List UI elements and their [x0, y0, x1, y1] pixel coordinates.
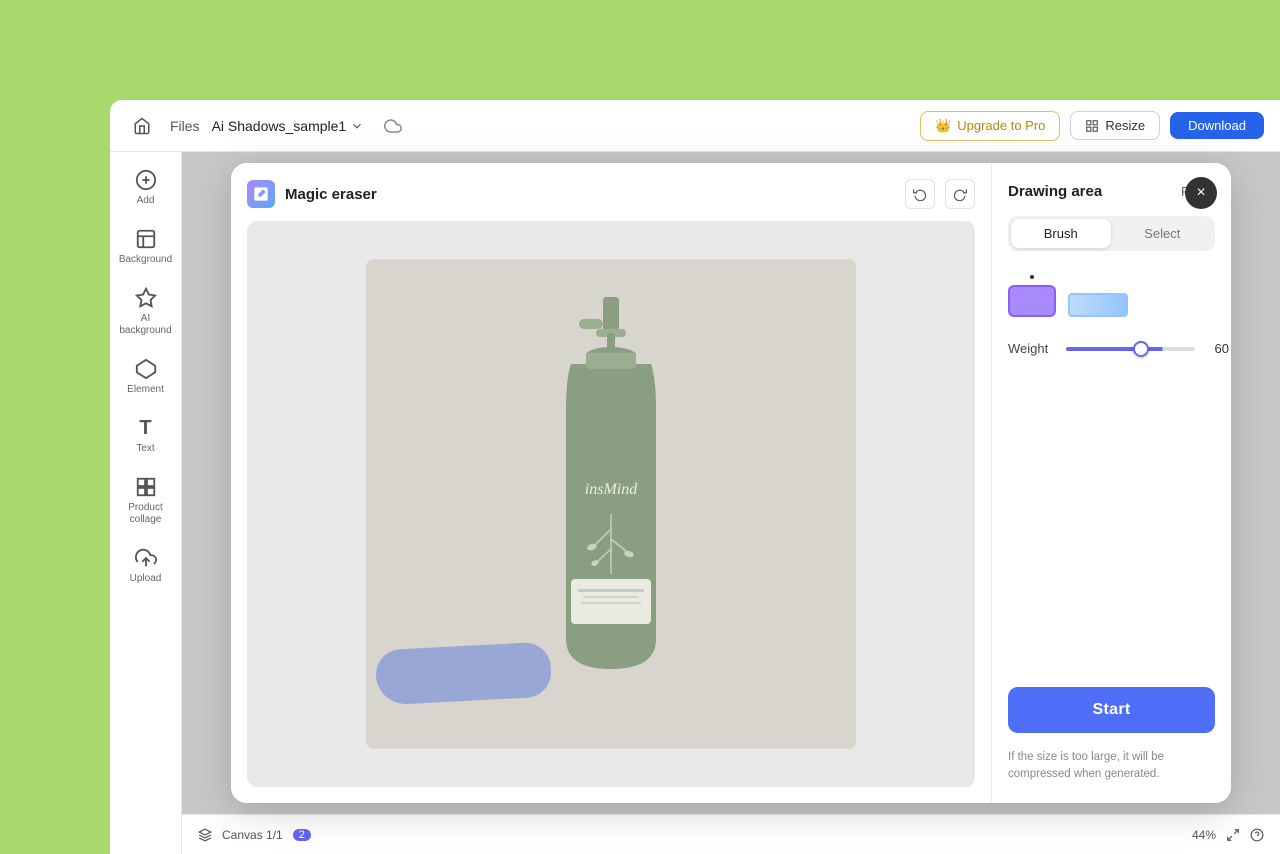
files-nav[interactable]: Files: [170, 118, 200, 134]
magic-eraser-modal: × Magic eraser: [231, 163, 1231, 803]
brush-tool-button[interactable]: Brush: [1011, 219, 1111, 248]
small-brush-preview: [1008, 275, 1056, 317]
sidebar-item-ai-bg-label: AI background: [119, 313, 171, 337]
modal-close-button[interactable]: ×: [1185, 177, 1217, 209]
panel-note: If the size is too large, it will be com…: [1008, 749, 1215, 784]
topbar-right: 👑 Upgrade to Pro Resize Download: [920, 111, 1264, 141]
image-canvas[interactable]: insMind: [247, 221, 975, 787]
sidebar-item-upload[interactable]: Upload: [116, 538, 176, 593]
sidebar-item-background[interactable]: Background: [116, 219, 176, 274]
undo-button[interactable]: [905, 179, 935, 209]
sidebar-item-background-label: Background: [119, 254, 172, 266]
sidebar-item-product-collage-label: Product collage: [122, 502, 170, 526]
sidebar-item-product-collage[interactable]: Product collage: [116, 467, 176, 534]
add-icon: [134, 168, 158, 192]
topbar-actions: [384, 117, 402, 135]
sidebar-item-element-label: Element: [127, 384, 164, 396]
upgrade-button[interactable]: 👑 Upgrade to Pro: [920, 111, 1060, 141]
start-button[interactable]: Start: [1008, 687, 1215, 733]
canvas-count: 2: [293, 829, 311, 841]
download-button[interactable]: Download: [1170, 112, 1264, 139]
brush-swatch-purple[interactable]: [1008, 285, 1056, 317]
sidebar-item-add-label: Add: [137, 195, 155, 207]
sidebar-item-element[interactable]: Element: [116, 349, 176, 404]
canvas-label: Canvas 1/1: [222, 828, 283, 842]
tool-toggle: Brush Select: [1008, 216, 1215, 251]
resize-icon: [1085, 119, 1099, 133]
sidebar-item-text-label: Text: [136, 443, 154, 455]
modal-canvas-area: Magic eraser: [231, 163, 991, 803]
upload-icon: [134, 546, 158, 570]
element-icon: [134, 357, 158, 381]
cloud-icon: [384, 117, 402, 135]
sidebar: Add Background AI background Element T T…: [110, 152, 182, 854]
brush-stroke-overlay: [375, 641, 553, 705]
product-collage-icon: [134, 475, 158, 499]
project-name[interactable]: Ai Shadows_sample1: [212, 118, 365, 134]
brush-options: [1008, 267, 1215, 325]
redo-button[interactable]: [945, 179, 975, 209]
modal-toolbar: Magic eraser: [247, 179, 975, 209]
bottombar: Canvas 1/1 2 44%: [182, 814, 1280, 854]
weight-value: 60: [1205, 341, 1229, 356]
modal-overlay: × Magic eraser: [182, 152, 1280, 814]
bottle-image: insMind: [366, 259, 856, 749]
ai-background-icon: [134, 286, 158, 310]
brush-swatch-blue[interactable]: [1068, 293, 1128, 317]
help-icon[interactable]: [1250, 828, 1264, 842]
panel-title: Drawing area: [1008, 183, 1102, 200]
select-tool-button[interactable]: Select: [1113, 219, 1213, 248]
sidebar-item-ai-background[interactable]: AI background: [116, 278, 176, 345]
panel-header: Drawing area Reset: [1008, 183, 1215, 200]
zoom-level: 44%: [1192, 828, 1216, 842]
weight-control: Weight 60: [1008, 341, 1215, 356]
fit-icon[interactable]: [1226, 828, 1240, 842]
home-button[interactable]: [126, 110, 158, 142]
background-icon: [134, 227, 158, 251]
topbar: Files Ai Shadows_sample1 👑 Upgrade to Pr…: [110, 100, 1280, 152]
modal-title: Magic eraser: [285, 186, 377, 203]
layers-icon[interactable]: [198, 828, 212, 842]
svg-text:insMind: insMind: [585, 481, 638, 498]
weight-slider[interactable]: [1066, 347, 1195, 351]
magic-eraser-icon: [247, 180, 275, 208]
large-brush-preview: [1068, 293, 1128, 317]
sidebar-item-add[interactable]: Add: [116, 160, 176, 215]
weight-label: Weight: [1008, 341, 1056, 356]
text-icon: T: [134, 416, 158, 440]
sidebar-item-upload-label: Upload: [130, 573, 162, 585]
drawing-area-panel: Drawing area Reset Brush Select: [991, 163, 1231, 803]
resize-button[interactable]: Resize: [1070, 111, 1160, 140]
brush-dot-small: [1030, 275, 1034, 279]
sidebar-item-text[interactable]: T Text: [116, 408, 176, 463]
